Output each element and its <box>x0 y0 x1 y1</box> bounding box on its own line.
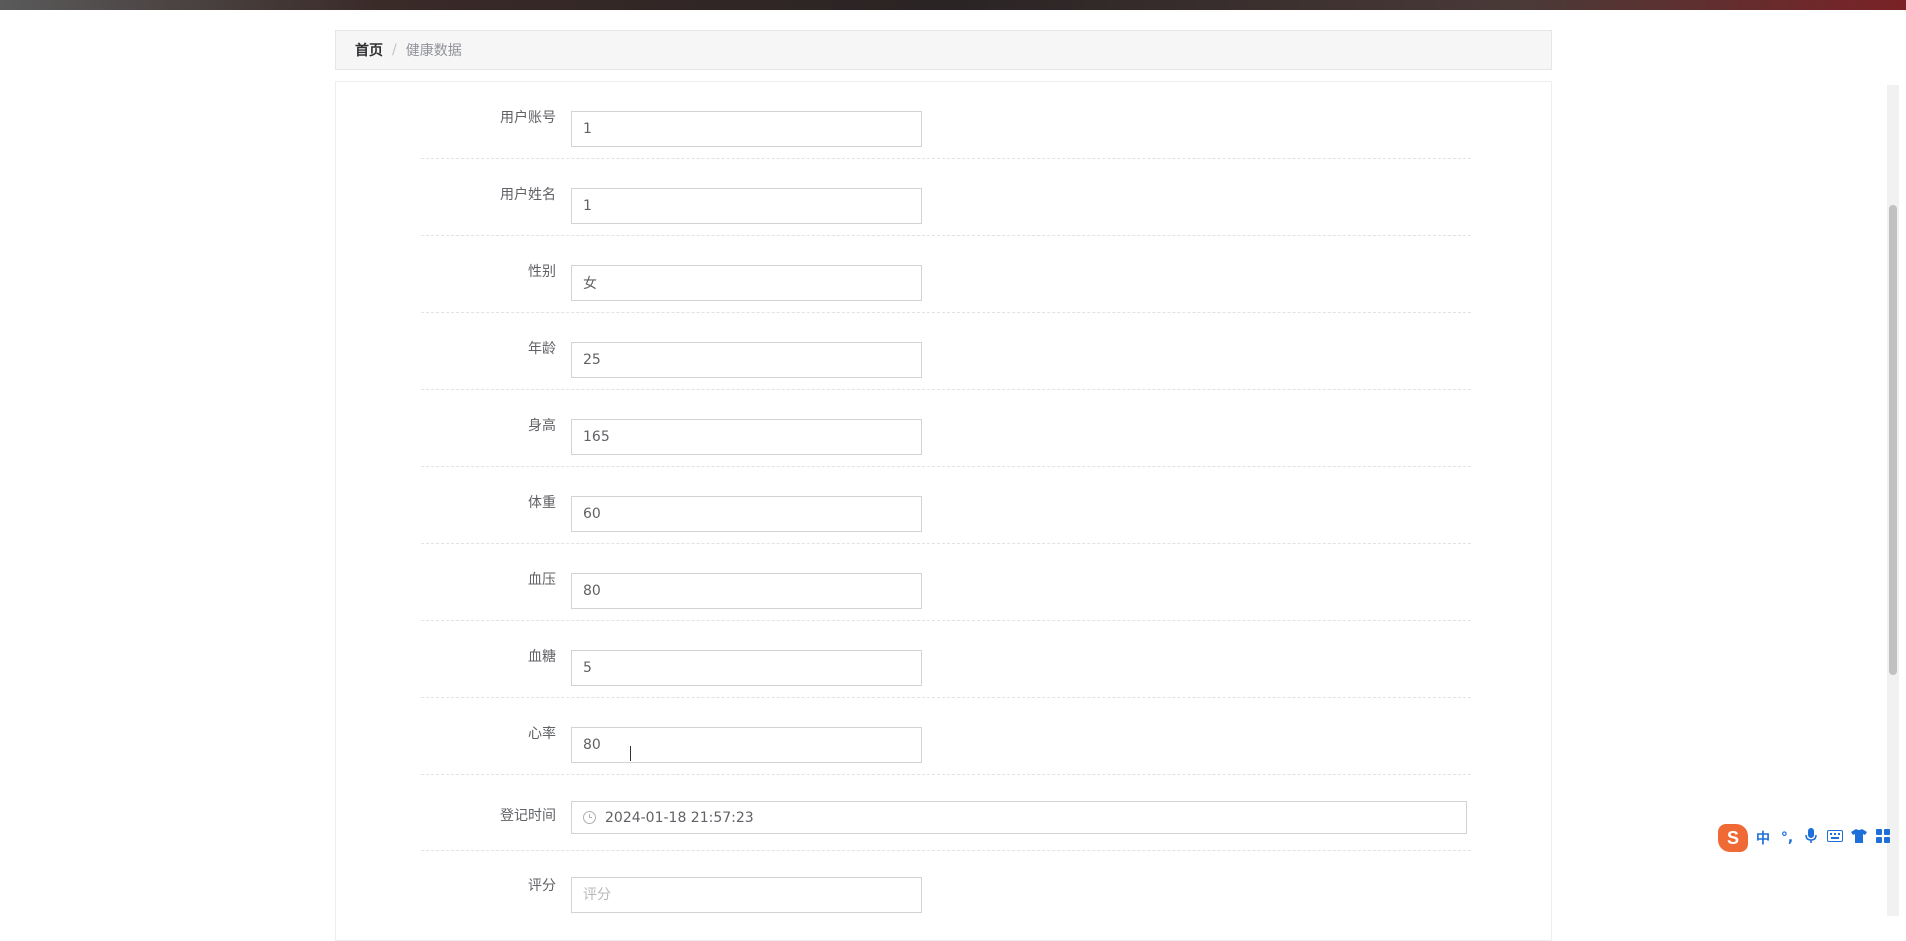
register-time-value: 2024-01-18 21:57:23 <box>605 809 754 826</box>
text-caret <box>630 746 631 761</box>
shirt-icon[interactable] <box>1850 829 1868 847</box>
weight-input[interactable] <box>571 496 922 532</box>
name-input[interactable] <box>571 188 922 224</box>
field-label: 年龄 <box>528 341 556 357</box>
field-label: 身高 <box>528 418 556 434</box>
ime-toolbar: S 中 °, <box>1718 822 1896 854</box>
blood-pressure-input[interactable] <box>571 573 922 609</box>
page-scrollbar[interactable] <box>1887 85 1899 916</box>
form-row-name: 用户姓名 <box>421 159 1471 236</box>
form-row-score: 评分 <box>421 851 1471 928</box>
top-banner-image <box>0 0 1906 10</box>
age-input[interactable] <box>571 342 922 378</box>
field-label: 登记时间 <box>500 808 556 824</box>
height-input[interactable] <box>571 419 922 455</box>
ime-mode-toggle[interactable]: 中 <box>1754 828 1772 848</box>
breadcrumb-separator: / <box>392 42 397 58</box>
form-row-account: 用户账号 <box>421 82 1471 159</box>
heart-rate-input[interactable] <box>571 727 922 763</box>
field-label: 评分 <box>528 878 556 894</box>
form-row-register-time: 登记时间 2024-01-18 21:57:23 <box>421 775 1471 851</box>
form-row-gender: 性别 <box>421 236 1471 313</box>
breadcrumb-home[interactable]: 首页 <box>355 40 383 60</box>
form-row-height: 身高 <box>421 390 1471 467</box>
mic-icon[interactable] <box>1802 828 1820 848</box>
clock-icon <box>583 811 596 824</box>
breadcrumb: 首页 / 健康数据 <box>335 30 1552 70</box>
form-row-blood-pressure: 血压 <box>421 544 1471 621</box>
gender-input[interactable] <box>571 265 922 301</box>
scrollbar-thumb[interactable] <box>1889 205 1897 675</box>
keyboard-icon[interactable] <box>1826 830 1844 846</box>
sogou-logo-icon[interactable]: S <box>1718 824 1748 852</box>
form-row-heart-rate: 心率 <box>421 698 1471 775</box>
score-input[interactable] <box>571 877 922 913</box>
field-label: 用户姓名 <box>500 187 556 203</box>
field-label: 性别 <box>528 264 556 280</box>
form-row-age: 年龄 <box>421 313 1471 390</box>
account-input[interactable] <box>571 111 922 147</box>
form-row-blood-sugar: 血糖 <box>421 621 1471 698</box>
field-label: 心率 <box>528 726 556 742</box>
field-label: 体重 <box>528 495 556 511</box>
health-data-form: 用户账号 用户姓名 性别 年龄 身高 体重 血压 血糖 心率 登记时间 20 <box>335 81 1552 941</box>
blood-sugar-input[interactable] <box>571 650 922 686</box>
breadcrumb-current: 健康数据 <box>405 43 462 59</box>
register-time-picker[interactable]: 2024-01-18 21:57:23 <box>571 801 1467 834</box>
field-label: 血压 <box>528 572 556 588</box>
grid-icon[interactable] <box>1874 829 1892 847</box>
field-label: 血糖 <box>528 649 556 665</box>
ime-punctuation-toggle[interactable]: °, <box>1778 830 1796 846</box>
form-row-weight: 体重 <box>421 467 1471 544</box>
field-label: 用户账号 <box>500 110 556 126</box>
